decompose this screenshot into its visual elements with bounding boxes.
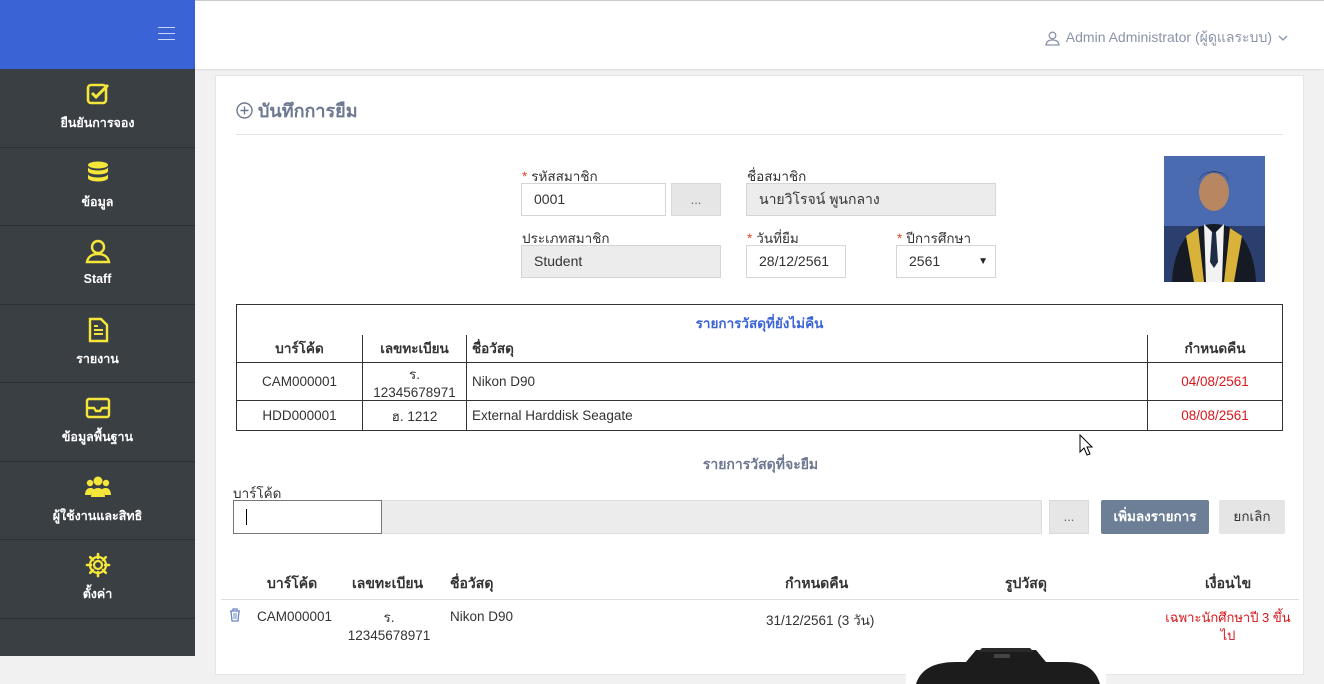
column-header: บาร์โค้ด (267, 575, 318, 591)
barcode-browse-button[interactable]: ... (1049, 500, 1089, 534)
page-title-text: บันทึกการยืม (258, 101, 358, 121)
column-header: เงื่อนไข (1205, 575, 1252, 591)
sidebar-item-label: ยืนยันการจอง (60, 116, 135, 130)
users-icon (84, 476, 111, 497)
sidebar-header (0, 0, 195, 69)
reg-no-cell: ฮ. 1212 (362, 400, 467, 431)
due-date-cell: 31/12/2561 (3 วัน) (766, 613, 875, 628)
academic-year-select[interactable]: 2561 ▼ (896, 245, 996, 278)
caret-down-icon: ▼ (978, 256, 988, 267)
sidebar-item-label: ข้อมูลพื้นฐาน (61, 430, 134, 444)
check-square-icon (86, 83, 109, 105)
table-row: HDD000001 ฮ. 1212 External Harddisk Seag… (236, 400, 1283, 431)
column-header: ชื่อวัสดุ (450, 575, 494, 591)
column-header: กำหนดคืน (1147, 334, 1283, 363)
sidebar-item-users-permissions[interactable]: ผู้ใช้งานและสิทธิ (0, 462, 195, 540)
reg-no-cell: ร. 12345678971 (362, 362, 467, 401)
sidebar: ยืนยันการจอง ข้อมูล Staff รายงาน ข้อมูลพ… (0, 0, 195, 656)
due-date-cell: 04/08/2561 (1147, 362, 1283, 401)
chevron-down-icon (1278, 35, 1288, 41)
unreturned-items-table: รายการวัสดุที่ยังไม่คืน บาร์โค้ด เลขทะเบ… (236, 304, 1283, 431)
barcode-cell: CAM000001 (257, 609, 333, 624)
member-browse-button[interactable]: ... (671, 183, 721, 216)
sidebar-item-staff[interactable]: Staff (0, 226, 195, 305)
column-header: บาร์โค้ด (236, 334, 363, 363)
barcode-input[interactable] (233, 500, 382, 534)
member-name-field: นายวิโรจน์ พูนกลาง (746, 183, 996, 216)
plus-circle-icon (236, 102, 253, 119)
divider (236, 134, 1283, 135)
item-photo (906, 624, 1106, 684)
sidebar-item-confirm-booking[interactable]: ยืนยันการจอง (0, 69, 195, 148)
column-header: เลขทะเบียน (362, 334, 467, 363)
sidebar-item-reports[interactable]: รายงาน (0, 305, 195, 383)
reg-no-cell: ร. 12345678971 (347, 610, 431, 643)
database-icon (87, 161, 108, 181)
inbox-icon (85, 397, 110, 419)
text-caret (246, 509, 247, 526)
page-title: บันทึกการยืม (236, 96, 358, 125)
item-name-cell: External Harddisk Seagate (466, 400, 1148, 431)
sidebar-item-label: Staff (83, 272, 112, 286)
gear-icon (85, 552, 110, 578)
academic-year-value: 2561 (909, 253, 941, 269)
sidebar-item-label: ตั้งค่า (82, 587, 113, 601)
borrow-table-header: บาร์โค้ด เลขทะเบียน ชื่อวัสดุ กำหนดคืน ร… (221, 566, 1299, 600)
sidebar-item-data[interactable]: ข้อมูล (0, 148, 195, 226)
column-header: ชื่อวัสดุ (466, 334, 1148, 363)
trash-icon[interactable] (229, 608, 241, 625)
mouse-cursor-icon (1079, 434, 1093, 456)
cancel-button[interactable]: ยกเลิก (1219, 500, 1285, 534)
sidebar-item-label: ผู้ใช้งานและสิทธิ (52, 508, 143, 523)
column-header: รูปวัสดุ (1005, 575, 1047, 591)
condition-cell: เฉพาะนักศึกษาปี 3 ขึ้นไป (1165, 610, 1291, 643)
barcode-cell: HDD000001 (236, 400, 363, 431)
member-type-field: Student (521, 245, 721, 278)
table-row: CAM000001 ร. 12345678971 Nikon D90 31/12… (221, 601, 1299, 681)
top-bar: Admin Administrator (ผู้ดูแลระบบ) (195, 0, 1324, 69)
user-icon (85, 239, 110, 264)
due-date-cell: 08/08/2561 (1147, 400, 1283, 431)
member-photo (1164, 156, 1265, 282)
sidebar-item-settings[interactable]: ตั้งค่า (0, 540, 195, 619)
column-header: เลขทะเบียน (352, 575, 424, 591)
menu-toggle-icon[interactable] (158, 27, 175, 41)
unreturned-items-caption: รายการวัสดุที่ยังไม่คืน (236, 304, 1283, 335)
member-code-input[interactable]: 0001 (521, 183, 666, 216)
file-text-icon (88, 317, 108, 342)
sidebar-item-basic-data[interactable]: ข้อมูลพื้นฐาน (0, 383, 195, 462)
table-row: CAM000001 ร. 12345678971 Nikon D90 04/08… (236, 362, 1283, 401)
sidebar-item-label: ข้อมูล (81, 194, 114, 209)
item-name-cell: Nikon D90 (450, 609, 514, 624)
user-name: Admin Administrator (ผู้ดูแลระบบ) (1065, 29, 1272, 45)
borrow-panel: บันทึกการยืม * รหัสสมาชิก 0001 ... ชื่อสม… (215, 75, 1304, 684)
add-to-list-button[interactable]: เพิ่มลงรายการ (1101, 500, 1209, 534)
sidebar-item-label: รายงาน (76, 351, 119, 366)
user-icon (1045, 31, 1060, 46)
user-menu[interactable]: Admin Administrator (ผู้ดูแลระบบ) (1045, 27, 1288, 49)
barcode-cell: CAM000001 (236, 362, 363, 401)
item-name-cell: Nikon D90 (466, 362, 1148, 401)
column-header: กำหนดคืน (785, 575, 849, 591)
borrow-date-input[interactable]: 28/12/2561 (746, 245, 846, 278)
borrow-items-caption: รายการวัสดุที่จะยืม (702, 456, 819, 472)
